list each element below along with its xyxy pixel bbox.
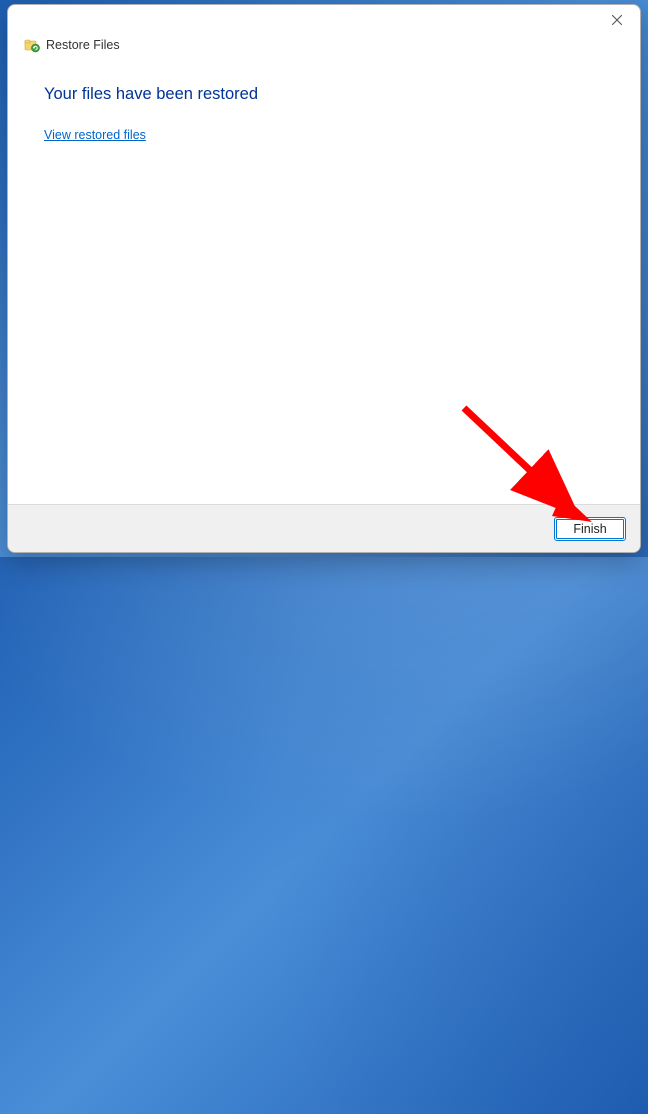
restore-files-dialog: Restore Files Your files have been resto… — [7, 4, 641, 553]
dialog-footer: Finish — [8, 504, 640, 552]
view-restored-files-link[interactable]: View restored files — [44, 128, 146, 142]
main-heading: Your files have been restored — [44, 85, 604, 104]
close-button[interactable] — [594, 5, 640, 35]
dialog-title: Restore Files — [46, 38, 120, 52]
restore-files-icon — [24, 37, 40, 53]
close-icon — [612, 12, 622, 28]
dialog-header: Restore Files — [8, 37, 640, 59]
finish-button[interactable]: Finish — [554, 517, 626, 541]
dialog-content: Your files have been restored View resto… — [8, 59, 640, 504]
titlebar — [8, 5, 640, 37]
